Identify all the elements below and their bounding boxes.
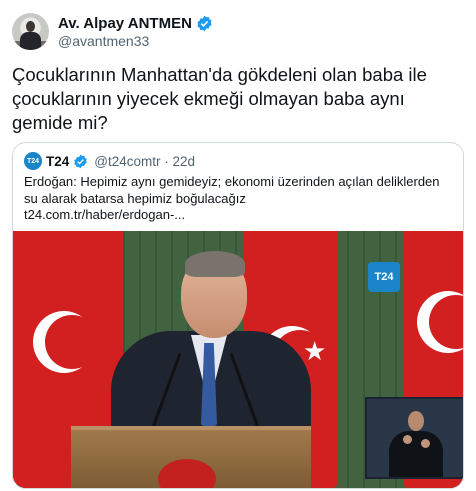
quoted-tweet-link[interactable]: t24.com.tr/haber/erdogan-... (24, 207, 185, 222)
author-display-name[interactable]: Av. Alpay ANTMEN (58, 15, 192, 32)
tweet-text: Çocuklarının Manhattan'da gökdeleni olan… (12, 64, 427, 133)
verified-badge-icon (74, 154, 88, 168)
author-name-row: Av. Alpay ANTMEN (58, 15, 213, 32)
avatar-head (26, 21, 35, 32)
interpreter-body (389, 431, 443, 477)
quoted-author-avatar[interactable]: T24 (24, 152, 42, 170)
quoted-tweet-text: Erdoğan: Hepimiz aynı gemideyiz; ekonomi… (24, 174, 440, 206)
author-handle[interactable]: @avantmen33 (58, 33, 149, 49)
interpreter-head (408, 411, 424, 431)
quoted-tweet-media[interactable]: ★ T24 (13, 231, 463, 488)
author-avatar[interactable] (12, 13, 49, 50)
flag-crescent (33, 311, 99, 373)
media-channel-badge: T24 (368, 262, 400, 292)
flag-star: ★ (303, 336, 327, 366)
speaker-hair (185, 251, 245, 277)
flag-crescent (417, 291, 463, 353)
quoted-tweet-card[interactable]: T24 T24 @t24comtr · 22d Erdoğan: Hepimiz… (12, 142, 464, 489)
verified-badge-icon (197, 15, 212, 32)
quoted-author-handle-time: @t24comtr · 22d (94, 153, 196, 169)
interpreter-hand (421, 439, 430, 448)
sign-language-interpreter-inset (365, 397, 463, 479)
interpreter-hand (403, 435, 412, 444)
avatar-body (20, 32, 41, 50)
quoted-tweet-header: T24 T24 @t24comtr · 22d (24, 152, 195, 170)
quoted-author-name[interactable]: T24 (46, 154, 69, 169)
